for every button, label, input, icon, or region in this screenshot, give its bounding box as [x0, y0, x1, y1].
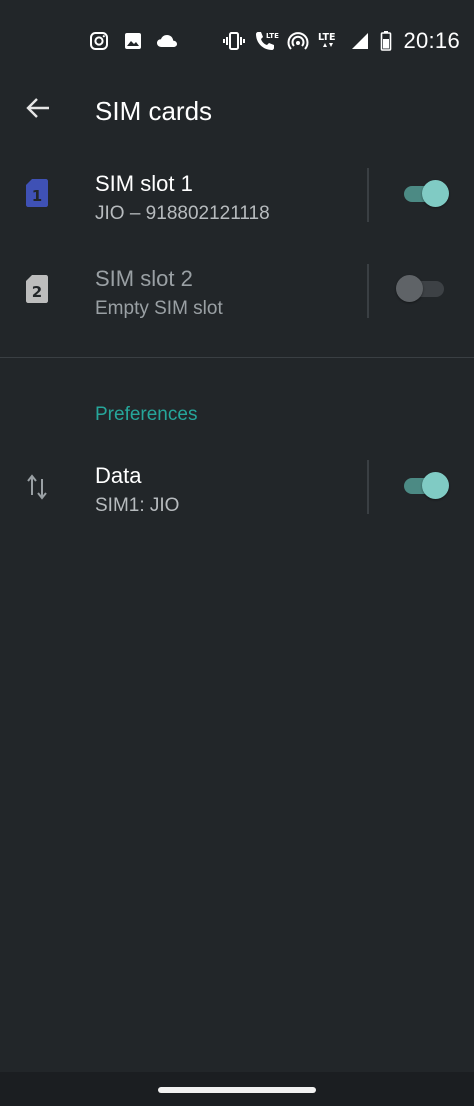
- section-divider: [0, 357, 474, 358]
- swap-vert-icon: [22, 472, 52, 502]
- svg-text:LTE: LTE: [266, 32, 279, 40]
- toggle-thumb: [422, 472, 449, 499]
- sim-slot-2-toggle[interactable]: [396, 274, 450, 304]
- image-icon: [122, 30, 144, 52]
- preferences-header: Preferences: [95, 404, 198, 425]
- sim-2-number: 2: [32, 283, 42, 301]
- toggle-thumb: [396, 275, 423, 302]
- system-status-icons: LTE LTE 20:16: [223, 28, 460, 54]
- home-gesture-handle[interactable]: [158, 1087, 316, 1093]
- battery-icon: [379, 30, 393, 52]
- data-toggle[interactable]: [396, 471, 450, 501]
- row-divider: [367, 460, 369, 514]
- toggle-thumb: [422, 180, 449, 207]
- status-bar: LTE LTE 20:16: [0, 0, 474, 84]
- row-divider: [367, 168, 369, 222]
- vibrate-icon: [223, 30, 246, 52]
- page-title: SIM cards: [95, 96, 213, 126]
- sim-slot-1-subtitle: JIO – 918802121118: [95, 203, 270, 224]
- sim-card-1-icon: 1: [22, 178, 52, 208]
- instagram-icon: [88, 30, 110, 52]
- navigation-bar: [0, 1072, 474, 1106]
- row-divider: [367, 264, 369, 318]
- lte-icon: LTE: [317, 30, 341, 52]
- data-title: Data: [95, 463, 142, 488]
- sim-1-number: 1: [32, 187, 42, 205]
- back-button[interactable]: [16, 88, 60, 132]
- data-subtitle: SIM1: JIO: [95, 495, 180, 516]
- status-clock: 20:16: [403, 28, 460, 53]
- arrow-back-icon: [25, 97, 51, 124]
- signal-icon: [349, 30, 371, 52]
- sim-slot-1-title: SIM slot 1: [95, 171, 193, 196]
- sim-slot-2-row[interactable]: 2 SIM slot 2 Empty SIM slot: [0, 256, 474, 352]
- data-row[interactable]: Data SIM1: JIO: [0, 452, 474, 548]
- sim-slot-2-subtitle: Empty SIM slot: [95, 298, 223, 319]
- app-bar: SIM cards: [0, 84, 474, 140]
- volte-call-icon: LTE: [253, 30, 279, 52]
- sim-cards-screen: LTE LTE 20:16 SIM cards 1 SIM slot 1 JIO…: [0, 0, 474, 1106]
- hotspot-icon: [287, 30, 309, 52]
- svg-text:LTE: LTE: [318, 32, 335, 43]
- sim-slot-1-row[interactable]: 1 SIM slot 1 JIO – 918802121118: [0, 160, 474, 256]
- sim-slot-1-toggle[interactable]: [396, 179, 450, 209]
- sim-slot-2-title: SIM slot 2: [95, 266, 193, 291]
- notification-icons: [88, 30, 178, 52]
- cloud-icon: [156, 30, 178, 52]
- sim-card-2-icon: 2: [22, 274, 52, 304]
